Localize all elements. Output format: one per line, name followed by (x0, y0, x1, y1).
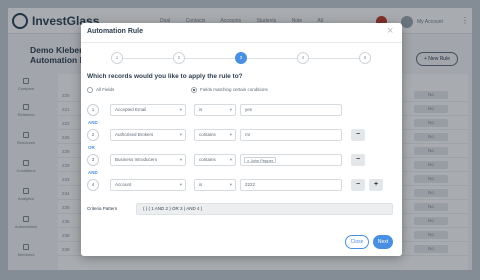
value-input[interactable]: rnr (240, 129, 342, 141)
step-1[interactable]: 1 (111, 52, 123, 64)
step-4[interactable]: 4 (297, 52, 309, 64)
radio-button[interactable] (87, 87, 93, 93)
chevron-down-icon: ▾ (229, 182, 232, 187)
chevron-down-icon: ▾ (179, 107, 182, 112)
radio-label: All Fields (96, 87, 115, 92)
condition-row: 3 Business Introducers ▾ contains ▾ × John… (87, 154, 397, 166)
operator-select[interactable]: contains ▾ (194, 154, 236, 166)
value-chip[interactable]: × John Pepper (244, 157, 277, 163)
step-3[interactable]: 3 (235, 52, 247, 64)
condition-number: 4 (87, 179, 99, 191)
next-button[interactable]: Next (373, 235, 393, 249)
step-2[interactable]: 2 (173, 52, 185, 64)
automation-rule-dialog: Automation Rule × 1 2 3 4 5 Which record… (81, 23, 402, 256)
chevron-down-icon: ▾ (229, 132, 232, 137)
close-button[interactable]: Close (345, 235, 369, 249)
radio-label: Fields matching certain conditions (200, 87, 268, 92)
chevron-down-icon: ▾ (229, 107, 232, 112)
divider (81, 42, 402, 43)
field-select[interactable]: Authorised Brokers ▾ (110, 129, 186, 141)
chevron-down-icon: ▾ (229, 157, 232, 162)
dialog-title: Automation Rule (87, 28, 143, 35)
logic-connector[interactable]: OR (88, 145, 95, 150)
condition-number: 2 (87, 129, 99, 141)
criteria-pattern-label: Criteria Pattern (87, 206, 118, 211)
value-input[interactable]: × John Pepper (240, 154, 342, 166)
operator-select[interactable]: contains ▾ (194, 129, 236, 141)
condition-number: 1 (87, 104, 99, 116)
operator-select[interactable]: is ▾ (194, 179, 236, 191)
close-icon[interactable]: × (387, 25, 393, 37)
chevron-down-icon: ▾ (179, 132, 182, 137)
logic-connector[interactable]: AND (88, 170, 98, 175)
step-5[interactable]: 5 (359, 52, 371, 64)
remove-condition-button[interactable]: − (351, 179, 365, 191)
remove-condition-button[interactable]: − (351, 154, 365, 166)
field-select[interactable]: Accepted Email ▾ (110, 104, 186, 116)
logic-connector[interactable]: AND (88, 120, 98, 125)
remove-condition-button[interactable]: − (351, 129, 365, 141)
operator-select[interactable]: is ▾ (194, 104, 236, 116)
radio-button[interactable] (191, 87, 197, 93)
add-condition-button[interactable]: + (369, 179, 383, 191)
condition-row: 2 Authorised Brokers ▾ contains ▾ rnr − (87, 129, 397, 141)
value-input[interactable]: 2222 (240, 179, 342, 191)
criteria-pattern-field[interactable]: ( ( ( 1 AND 2 ) OR 3 ) AND 4 ) (136, 203, 393, 215)
field-select[interactable]: Account ▾ (110, 179, 186, 191)
field-select[interactable]: Business Introducers ▾ (110, 154, 186, 166)
condition-row: 4 Account ▾ is ▾ 2222 − + (87, 179, 397, 191)
chevron-down-icon: ▾ (179, 157, 182, 162)
value-input[interactable]: yes (240, 104, 342, 116)
chevron-down-icon: ▾ (179, 182, 182, 187)
condition-row: 1 Accepted Email ▾ is ▾ yes (87, 104, 397, 116)
condition-number: 3 (87, 154, 99, 166)
section-question: Which records would you like to apply th… (87, 73, 243, 80)
